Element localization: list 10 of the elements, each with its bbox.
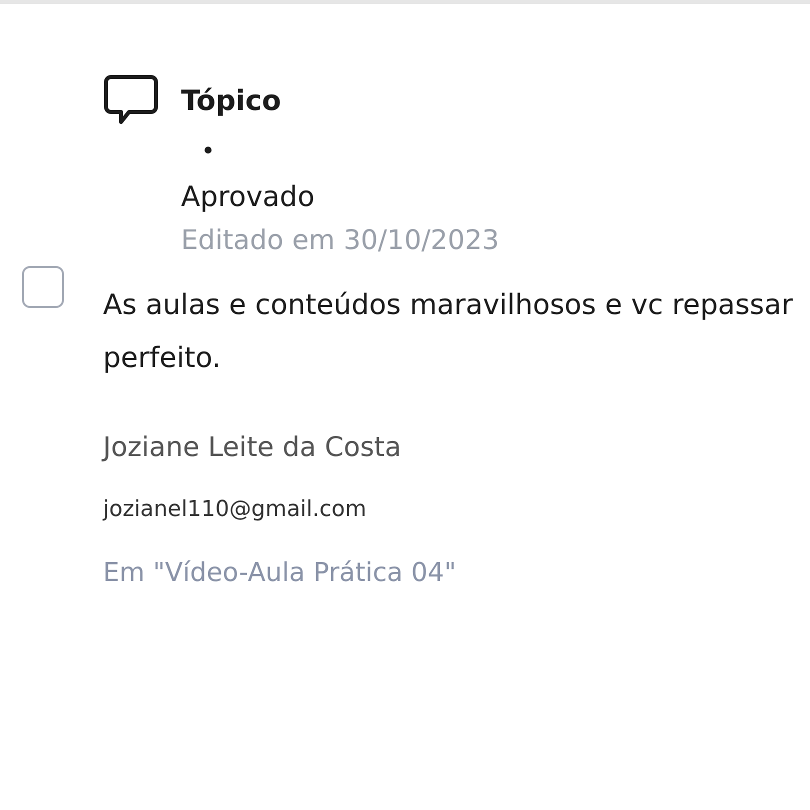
checkbox[interactable] [22,266,64,308]
post-type: Tópico [181,84,282,116]
bullet: • [201,136,216,166]
context-text: Em "Vídeo-Aula Prática 04" [103,558,458,588]
speech-bubble-icon [103,74,159,126]
comment-text: As aulas e conteúdos maravilhosos e vc repassar perfeito. [103,287,794,376]
author-email: jozianel110@gmail.com [103,497,368,522]
status-label: Aprovado [181,180,315,213]
edited-date: Editado em 30/10/2023 [181,225,500,256]
author-name: Joziane Leite da Costa [103,432,402,463]
